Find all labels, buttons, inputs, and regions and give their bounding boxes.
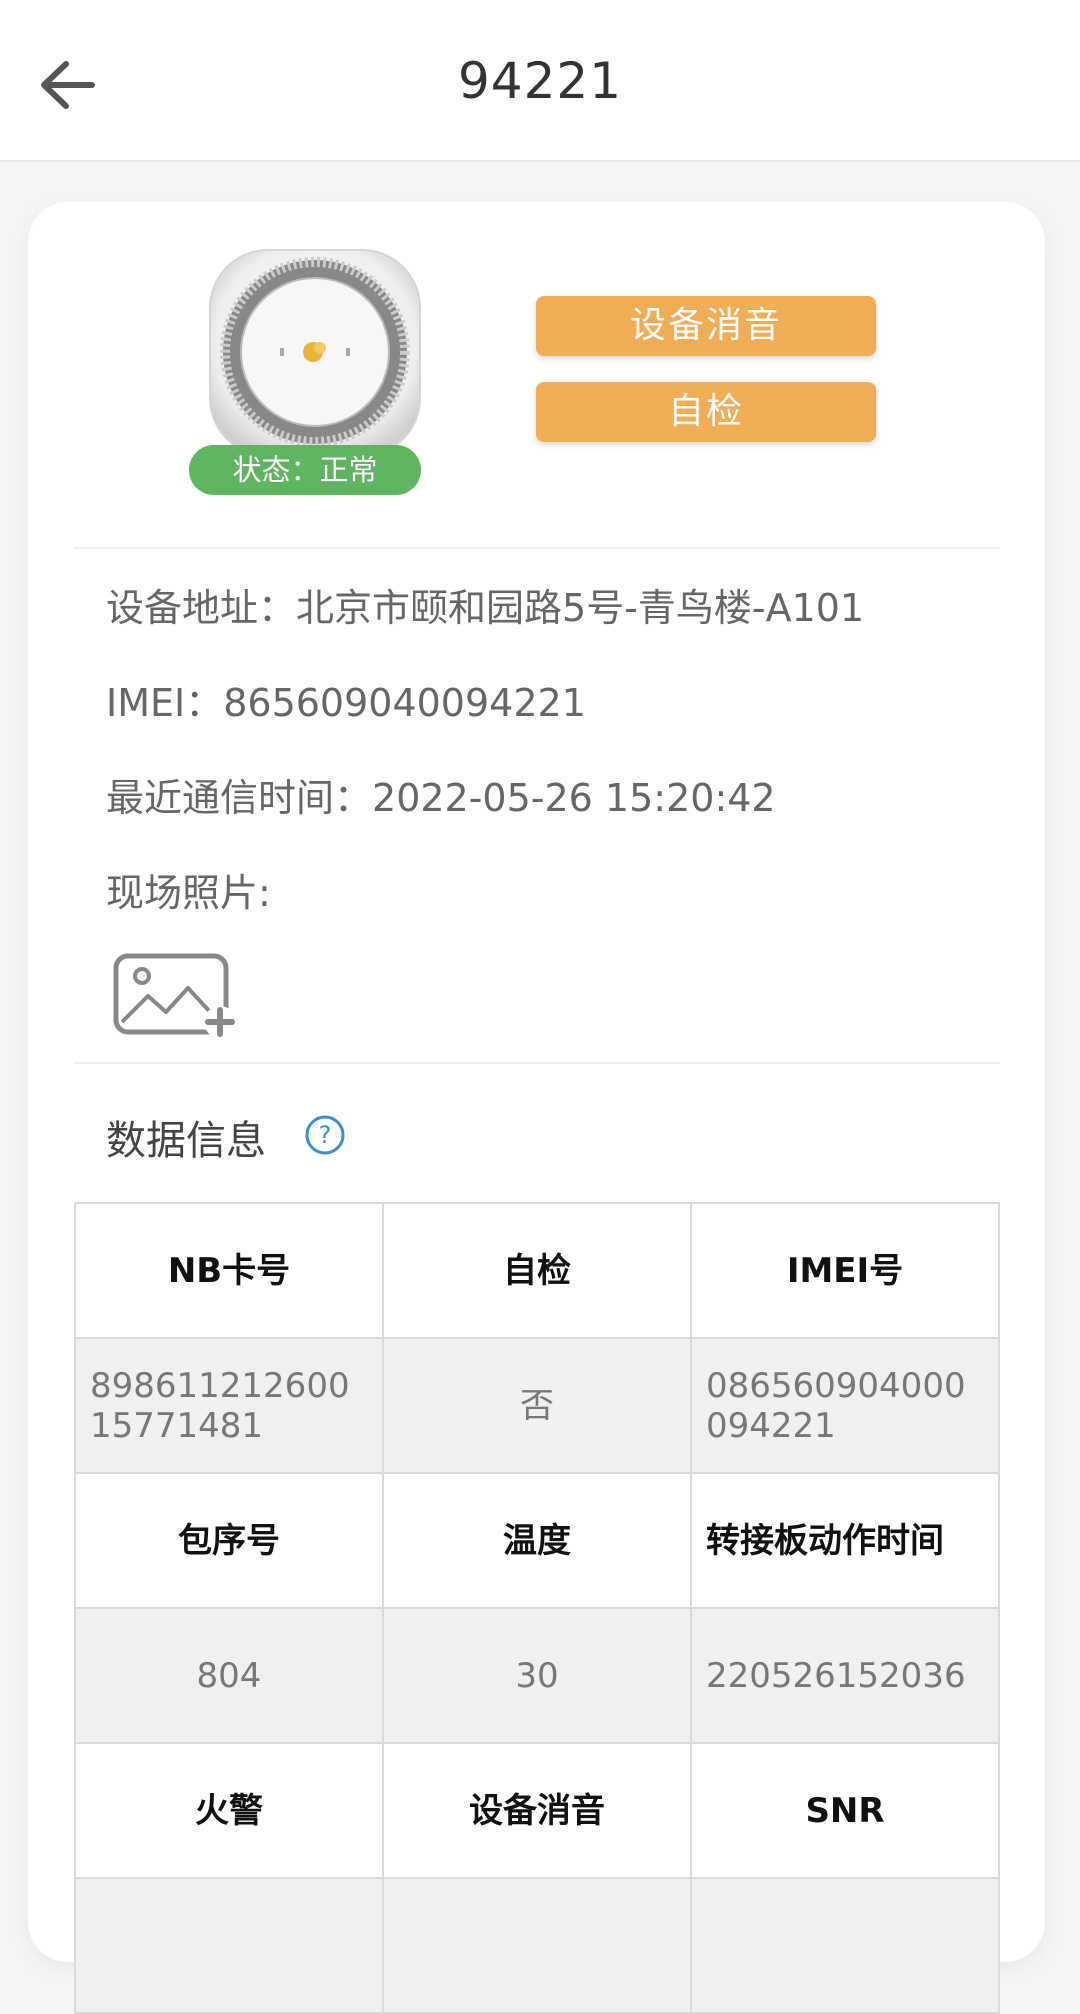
- table-header-cell: 设备消音: [382, 1742, 692, 1879]
- device-image: [209, 249, 421, 457]
- table-header-cell: 自检: [382, 1202, 692, 1339]
- table-header-cell: NB卡号: [74, 1202, 384, 1339]
- table-cell: 89861121260015771481: [74, 1337, 384, 1474]
- device-address-value: 北京市颐和园路5号-青鸟楼-A101: [296, 586, 865, 630]
- app-header: 94221: [0, 0, 1080, 162]
- site-photo-label: 现场照片:: [106, 871, 271, 915]
- svg-text:?: ?: [319, 1121, 332, 1149]
- table-header-cell: SNR: [690, 1742, 1000, 1879]
- table-header-cell: 温度: [382, 1472, 692, 1609]
- device-address-label: 设备地址：: [106, 586, 297, 630]
- table-header-cell: 火警: [74, 1742, 384, 1879]
- table-cell: 否: [382, 1337, 692, 1474]
- last-comm-label: 最近通信时间：: [106, 776, 373, 820]
- imei-value: 865609040094221: [223, 681, 586, 725]
- table-row: 包序号 温度 转接板动作时间: [74, 1472, 1000, 1609]
- last-comm-time: 最近通信时间：2022-05-26 15:20:42: [106, 767, 776, 822]
- last-comm-value: 2022-05-26 15:20:42: [372, 776, 776, 820]
- table-cell: 30: [382, 1607, 692, 1744]
- table-row: NB卡号 自检 IMEI号: [74, 1202, 1000, 1339]
- table-header-cell: 转接板动作时间: [690, 1472, 1000, 1609]
- data-section-title: 数据信息: [106, 1118, 266, 1164]
- table-row: 89861121260015771481 否 08656090400009422…: [74, 1337, 1000, 1474]
- imei-info: IMEI：865609040094221: [106, 672, 586, 727]
- divider: [74, 1062, 1000, 1064]
- table-cell: [690, 1877, 1000, 2014]
- question-circle-icon[interactable]: ?: [304, 1114, 346, 1156]
- divider: [74, 547, 1000, 549]
- page-title: 94221: [457, 52, 623, 110]
- device-card: 状态：正常 设备消音 自检 设备地址：北京市颐和园路5号-青鸟楼-A101 IM…: [28, 202, 1045, 2014]
- table-cell: 804: [74, 1607, 384, 1744]
- data-table: NB卡号 自检 IMEI号 89861121260015771481 否 086…: [74, 1202, 1000, 2014]
- device-address: 设备地址：北京市颐和园路5号-青鸟楼-A101: [106, 577, 864, 632]
- device-mute-button[interactable]: 设备消音: [536, 296, 876, 356]
- table-header-cell: 包序号: [74, 1472, 384, 1609]
- table-cell: 220526152036: [690, 1607, 1000, 1744]
- table-cell: [382, 1877, 692, 2014]
- table-row: 804 30 220526152036: [74, 1607, 1000, 1744]
- table-row: 火警 设备消音 SNR: [74, 1742, 1000, 1879]
- table-cell: 086560904000094221: [690, 1337, 1000, 1474]
- table-header-cell: IMEI号: [690, 1202, 1000, 1339]
- table-cell: [74, 1877, 384, 2014]
- self-check-button[interactable]: 自检: [536, 382, 876, 442]
- table-row: [74, 1877, 1000, 2014]
- image-add-icon[interactable]: [112, 952, 242, 1044]
- imei-label: IMEI：: [106, 681, 224, 725]
- status-badge: 状态：正常: [189, 445, 421, 495]
